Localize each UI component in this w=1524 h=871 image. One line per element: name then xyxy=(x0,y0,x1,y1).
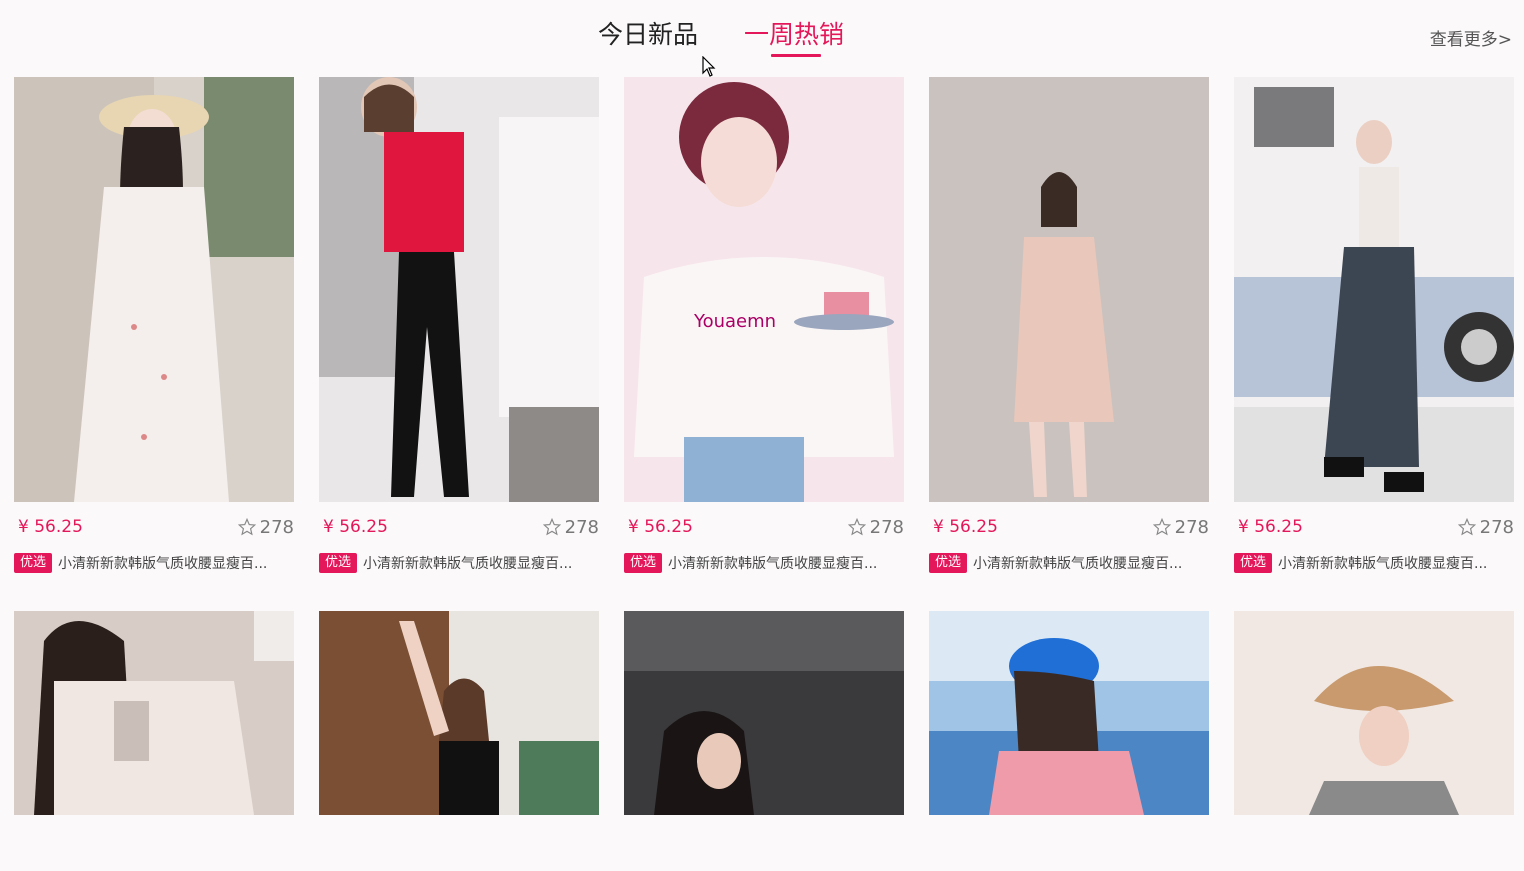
featured-badge: 优选 xyxy=(1234,553,1273,573)
product-image[interactable] xyxy=(14,611,294,815)
favorite-count: 278 xyxy=(564,516,599,538)
star-icon xyxy=(847,518,866,536)
favorite-button[interactable]: 278 xyxy=(847,516,904,538)
product-card[interactable]: ¥ 56.25 278 优选 小清新新款韩版气质收腰显瘦百... xyxy=(1234,77,1514,611)
product-title[interactable]: 小清新新款韩版气质收腰显瘦百... xyxy=(668,553,894,573)
product-card[interactable]: Youaemn ¥ 56.25 278 优选 小清新新款韩版气质收腰显瘦百... xyxy=(624,77,904,611)
favorite-count: 278 xyxy=(259,516,294,538)
product-card[interactable]: ¥ 56.25 278 优选 小清新新款韩版气质收腰显瘦百... xyxy=(929,77,1209,611)
tab-weekly-hot[interactable]: 一周热销 xyxy=(744,18,844,52)
star-icon xyxy=(1152,518,1171,536)
svg-text:Youaemn: Youaemn xyxy=(693,311,776,332)
product-card[interactable] xyxy=(319,611,599,871)
product-card[interactable] xyxy=(14,611,294,871)
favorite-count: 278 xyxy=(1174,516,1209,538)
product-card[interactable] xyxy=(929,611,1209,871)
product-image[interactable] xyxy=(1234,77,1514,502)
view-more-link[interactable]: 查看更多> xyxy=(1430,25,1512,50)
featured-badge: 优选 xyxy=(624,553,663,573)
product-card[interactable]: ¥ 56.25 278 优选 小清新新款韩版气质收腰显瘦百... xyxy=(14,77,294,611)
star-icon xyxy=(1457,518,1476,536)
product-image[interactable]: Youaemn xyxy=(624,77,904,502)
product-price: ¥ 56.25 xyxy=(323,517,388,537)
active-tab-underline xyxy=(771,54,821,57)
product-card[interactable] xyxy=(624,611,904,871)
favorite-button[interactable]: 278 xyxy=(237,516,294,538)
product-grid: ¥ 56.25 278 优选 小清新新款韩版气质收腰显瘦百... ¥ 56.25… xyxy=(14,77,1514,871)
star-icon xyxy=(542,518,561,536)
product-image[interactable] xyxy=(319,611,599,815)
product-title[interactable]: 小清新新款韩版气质收腰显瘦百... xyxy=(973,553,1199,573)
product-image[interactable] xyxy=(14,77,294,502)
featured-badge: 优选 xyxy=(929,553,968,573)
mouse-cursor-icon xyxy=(702,56,716,77)
tab-bar: 今日新品 一周热销 xyxy=(0,18,1524,77)
favorite-button[interactable]: 278 xyxy=(1152,516,1209,538)
product-image[interactable] xyxy=(1234,611,1514,815)
product-price: ¥ 56.25 xyxy=(18,517,83,537)
product-title[interactable]: 小清新新款韩版气质收腰显瘦百... xyxy=(1278,553,1504,573)
featured-badge: 优选 xyxy=(14,553,53,573)
favorite-button[interactable]: 278 xyxy=(1457,516,1514,538)
product-price: ¥ 56.25 xyxy=(628,517,693,537)
product-title[interactable]: 小清新新款韩版气质收腰显瘦百... xyxy=(363,553,589,573)
product-image[interactable] xyxy=(319,77,599,502)
favorite-button[interactable]: 278 xyxy=(542,516,599,538)
product-price: ¥ 56.25 xyxy=(933,517,998,537)
favorite-count: 278 xyxy=(1479,516,1514,538)
product-image[interactable] xyxy=(929,77,1209,502)
featured-badge: 优选 xyxy=(319,553,358,573)
product-title[interactable]: 小清新新款韩版气质收腰显瘦百... xyxy=(58,553,284,573)
product-card[interactable] xyxy=(1234,611,1514,871)
product-price: ¥ 56.25 xyxy=(1238,517,1303,537)
favorite-count: 278 xyxy=(869,516,904,538)
product-card[interactable]: ¥ 56.25 278 优选 小清新新款韩版气质收腰显瘦百... xyxy=(319,77,599,611)
star-icon xyxy=(237,518,256,536)
tab-today-new[interactable]: 今日新品 xyxy=(598,18,698,52)
product-image[interactable] xyxy=(624,611,904,815)
product-image[interactable] xyxy=(929,611,1209,815)
